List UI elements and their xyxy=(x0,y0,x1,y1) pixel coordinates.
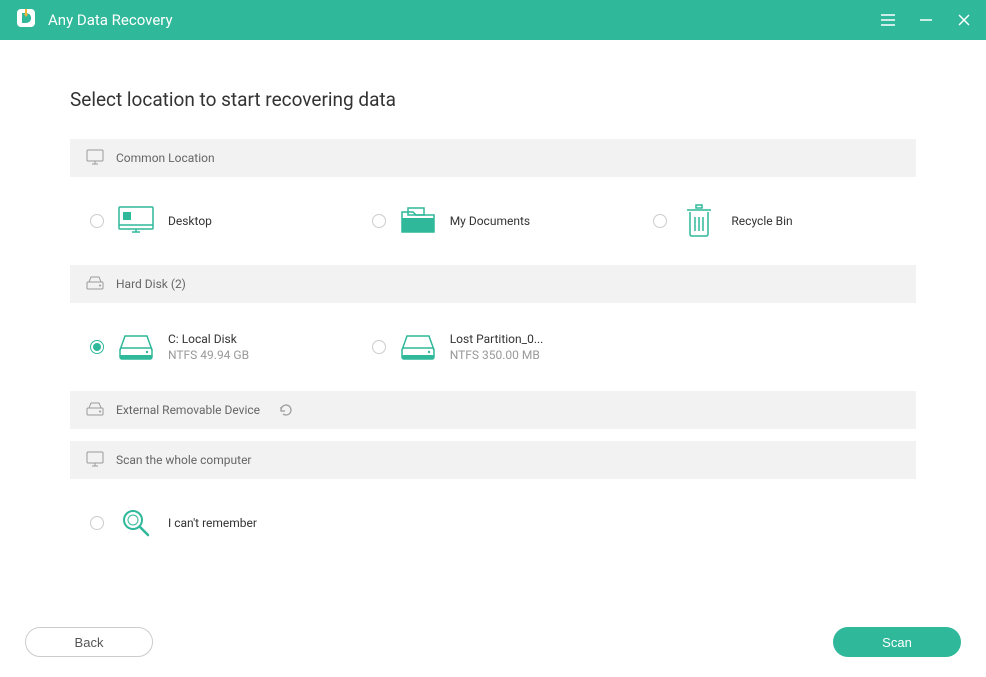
radio[interactable] xyxy=(90,214,104,228)
radio[interactable] xyxy=(653,214,667,228)
close-icon[interactable] xyxy=(956,12,972,28)
section-label: Scan the whole computer xyxy=(116,453,252,467)
section-header-external: External Removable Device xyxy=(70,391,916,429)
option-recycle[interactable]: Recycle Bin xyxy=(633,195,915,247)
refresh-icon[interactable] xyxy=(278,402,294,418)
main-content: Select location to start recovering data… xyxy=(0,40,986,607)
option-label: My Documents xyxy=(450,214,530,228)
option-sublabel: NTFS 350.00 MB xyxy=(450,348,544,362)
radio[interactable] xyxy=(372,214,386,228)
option-documents[interactable]: My Documents xyxy=(352,195,634,247)
drive-icon xyxy=(118,329,154,365)
option-label: Desktop xyxy=(168,214,212,228)
option-c-drive[interactable]: C: Local Disk NTFS 49.94 GB xyxy=(70,321,352,373)
radio[interactable] xyxy=(90,516,104,530)
radio[interactable] xyxy=(372,340,386,354)
option-sublabel: NTFS 49.94 GB xyxy=(168,348,249,362)
option-desktop[interactable]: Desktop xyxy=(70,195,352,247)
scan-button[interactable]: Scan xyxy=(833,627,961,657)
radio[interactable] xyxy=(90,340,104,354)
option-label: C: Local Disk xyxy=(168,332,249,346)
window-controls xyxy=(880,12,972,28)
minimize-icon[interactable] xyxy=(918,12,934,28)
footer: Back Scan xyxy=(0,607,986,677)
section-label: Hard Disk (2) xyxy=(116,277,186,291)
page-title: Select location to start recovering data xyxy=(70,88,916,111)
titlebar: Any Data Recovery xyxy=(0,0,986,40)
monitor-icon xyxy=(86,149,104,168)
section-body-whole: I can't remember xyxy=(70,479,916,567)
menu-icon[interactable] xyxy=(880,12,896,28)
option-label: I can't remember xyxy=(168,516,257,530)
disk-icon xyxy=(86,402,104,419)
section-header-common: Common Location xyxy=(70,139,916,177)
section-label: Common Location xyxy=(116,151,215,165)
logo-icon xyxy=(14,6,38,34)
back-button[interactable]: Back xyxy=(25,627,153,657)
app-logo: Any Data Recovery xyxy=(14,6,173,34)
section-header-harddisk: Hard Disk (2) xyxy=(70,265,916,303)
option-cant-remember[interactable]: I can't remember xyxy=(70,497,352,549)
option-lost-partition[interactable]: Lost Partition_0... NTFS 350.00 MB xyxy=(352,321,634,373)
section-body-common: Desktop My Documents Recycle Bin xyxy=(70,177,916,265)
drive-icon xyxy=(400,329,436,365)
documents-icon xyxy=(400,203,436,239)
desktop-icon xyxy=(118,203,154,239)
section-body-harddisk: C: Local Disk NTFS 49.94 GB Lost Partiti… xyxy=(70,303,916,391)
section-header-whole: Scan the whole computer xyxy=(70,441,916,479)
search-icon xyxy=(118,505,154,541)
disk-icon xyxy=(86,276,104,293)
option-label: Lost Partition_0... xyxy=(450,332,544,346)
monitor-icon xyxy=(86,451,104,470)
option-label: Recycle Bin xyxy=(731,214,792,228)
trash-icon xyxy=(681,203,717,239)
section-label: External Removable Device xyxy=(116,403,260,417)
app-name: Any Data Recovery xyxy=(48,11,173,29)
